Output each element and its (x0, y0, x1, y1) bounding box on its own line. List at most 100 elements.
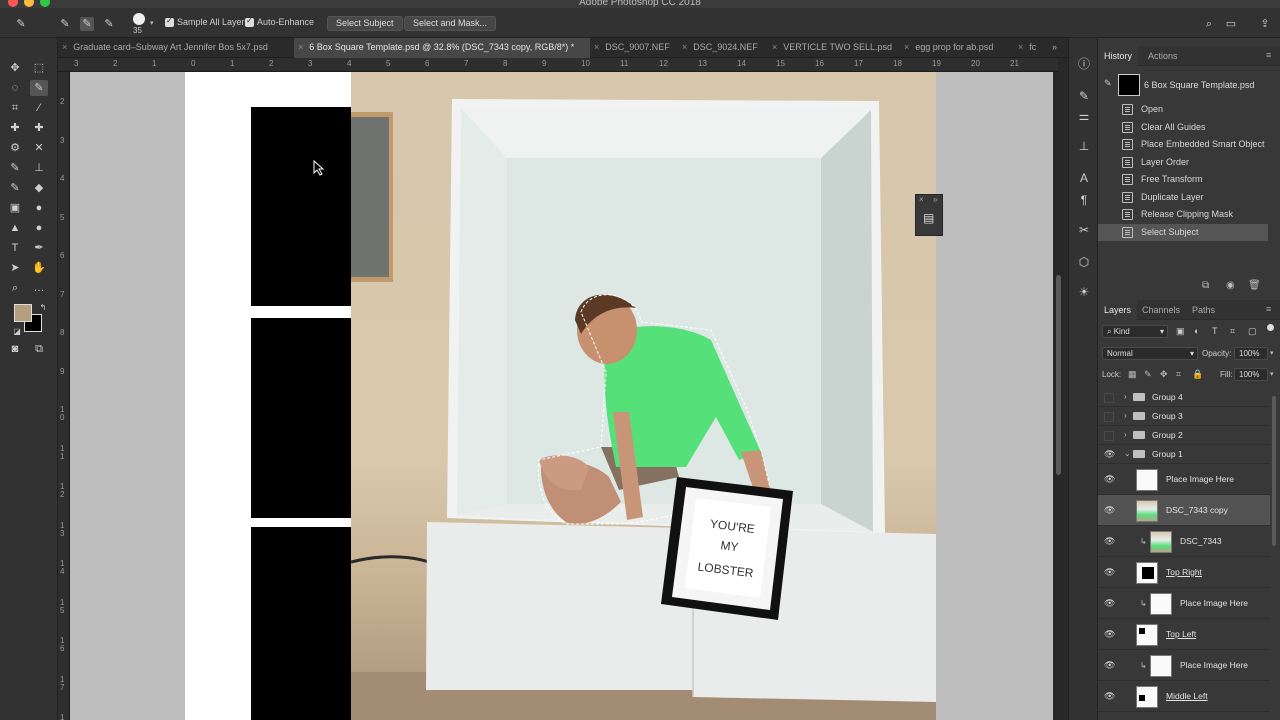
healing-brush-tool-icon[interactable]: ✚ (6, 120, 24, 136)
layer-thumbnail[interactable] (1136, 499, 1158, 522)
quick-mask-icon[interactable]: ◙ (6, 341, 24, 357)
layer-row[interactable]: 👁 Middle Left (1098, 681, 1270, 712)
canvas-vertical-scrollbar[interactable] (1056, 275, 1061, 475)
info-icon[interactable]: ⓘ (1076, 56, 1092, 72)
snapshot-thumbnail[interactable] (1118, 74, 1140, 96)
chevron-down-icon[interactable]: ▾ (1270, 370, 1274, 378)
filter-pixel-icon[interactable]: ▣ (1176, 326, 1185, 337)
type-tool-icon[interactable]: T (6, 240, 24, 256)
tab-egg-prop[interactable]: × egg prop for ab.psd (900, 38, 1014, 58)
layer-name[interactable]: DSC_7343 copy (1166, 505, 1228, 515)
layer-row[interactable]: 👁 Top Right (1098, 557, 1270, 588)
visibility-eye-icon[interactable] (1104, 430, 1114, 441)
filter-toggle-icon[interactable] (1267, 324, 1274, 331)
history-state[interactable]: Duplicate Layer (1098, 189, 1268, 206)
lock-artboard-icon[interactable]: ⌗ (1176, 369, 1181, 380)
document-canvas[interactable]: YOU'RE MY LOBSTER (70, 72, 1053, 720)
move-tool-icon[interactable]: ✥ (6, 60, 24, 76)
chevron-right-icon[interactable]: › (1124, 392, 1127, 401)
tab-layers[interactable]: Layers (1098, 300, 1138, 320)
default-colors-icon[interactable]: ◪ (8, 324, 26, 340)
panel-menu-icon[interactable]: ≡ (1266, 50, 1271, 60)
lock-position-icon[interactable]: ✥ (1160, 369, 1168, 380)
screen-mode-icon[interactable]: ⧉ (30, 341, 48, 357)
crop-tool-icon[interactable]: ⌗ (6, 100, 24, 116)
filter-type-icon[interactable]: T (1212, 326, 1218, 336)
zoom-tool-icon[interactable]: ⌕ (6, 280, 24, 296)
new-document-from-state-icon[interactable]: ⧉ (1202, 280, 1209, 291)
learn-icon[interactable]: ☀ (1076, 284, 1092, 300)
brush-preview-icon[interactable] (133, 13, 145, 25)
select-and-mask-button[interactable]: Select and Mask... (404, 16, 497, 31)
brush-settings-icon[interactable]: ✎ (1076, 88, 1092, 104)
character-icon[interactable]: A (1076, 170, 1092, 186)
layer-thumbnail[interactable] (1136, 685, 1158, 708)
history-state[interactable]: Select Subject (1098, 223, 1268, 241)
tab-history[interactable]: History (1098, 46, 1139, 66)
tab-graduate-card[interactable]: × Graduate card–Subway Art Jennifer Bos 5… (58, 38, 294, 58)
brush-tool-icon[interactable]: ✎ (6, 160, 24, 176)
layer-name[interactable]: Place Image Here (1180, 660, 1248, 670)
close-tab-icon[interactable]: × (298, 42, 303, 52)
layer-row[interactable]: 👁 Place Image Here (1098, 464, 1270, 495)
patch-tool-icon[interactable]: ⚙ (6, 140, 24, 156)
clone-stamp-tool-icon[interactable]: ⊥ (30, 160, 48, 176)
filter-adjustment-icon[interactable]: ◐ (1194, 326, 1199, 336)
visibility-eye-icon[interactable]: 👁 (1104, 691, 1115, 701)
tab-channels[interactable]: Channels (1136, 300, 1186, 320)
layer-name[interactable]: Group 1 (1152, 449, 1183, 459)
search-icon[interactable]: ⌕ (1202, 17, 1216, 31)
visibility-eye-icon[interactable]: 👁 (1104, 449, 1115, 459)
marquee-tool-icon[interactable]: ⬚ (30, 60, 48, 76)
auto-enhance-checkbox[interactable]: Auto-Enhance (245, 16, 314, 27)
history-state[interactable]: Open (1098, 101, 1268, 118)
brush-dropdown-chevron-icon[interactable]: ▾ (150, 19, 154, 27)
more-tools-icon[interactable]: … (30, 280, 48, 296)
layer-name[interactable]: Group 3 (1152, 411, 1183, 421)
visibility-eye-icon[interactable]: 👁 (1104, 567, 1115, 577)
tab-dsc-9024[interactable]: × DSC_9024.NEF (678, 38, 768, 58)
layer-name[interactable]: Group 4 (1152, 392, 1183, 402)
layer-group-row[interactable]: › Group 2 (1098, 426, 1270, 445)
filter-shape-icon[interactable]: ⌗ (1230, 326, 1235, 337)
add-to-selection-icon[interactable]: ✎ (80, 17, 94, 31)
visibility-eye-icon[interactable] (1104, 411, 1114, 422)
visibility-eye-icon[interactable]: 👁 (1104, 536, 1115, 546)
layer-thumbnail[interactable] (1150, 592, 1172, 615)
filter-smart-object-icon[interactable]: ▢ (1248, 326, 1257, 337)
red-eye-tool-icon[interactable]: ✚ (30, 120, 48, 136)
new-snapshot-icon[interactable]: ◉ (1226, 280, 1235, 291)
tab-verticle-two-sell[interactable]: × VERTICLE TWO SELL.psd (768, 38, 900, 58)
path-selection-tool-icon[interactable]: ➤ (6, 260, 24, 276)
blur-tool-icon[interactable]: ● (30, 200, 48, 216)
visibility-eye-icon[interactable]: 👁 (1104, 598, 1115, 608)
foreground-color-swatch[interactable] (14, 304, 32, 322)
layer-filter-select[interactable]: ⌕ Kind ▾ (1102, 325, 1168, 338)
tool-presets-icon[interactable]: ✂ (1076, 222, 1092, 238)
snapshot-name[interactable]: 6 Box Square Template.psd (1144, 80, 1254, 90)
history-state[interactable]: Clear All Guides (1098, 119, 1268, 136)
close-tab-icon[interactable]: × (772, 42, 777, 52)
tab-actions[interactable]: Actions (1142, 46, 1184, 66)
layer-group-row[interactable]: › Group 3 (1098, 407, 1270, 426)
3d-icon[interactable]: ⬡ (1076, 254, 1092, 270)
close-tab-icon[interactable]: × (904, 42, 909, 52)
pen-tool-icon[interactable]: ✒ (30, 240, 48, 256)
select-subject-button[interactable]: Select Subject (327, 16, 403, 31)
new-selection-icon[interactable]: ✎ (58, 17, 72, 31)
layer-name[interactable]: Top Right (1166, 567, 1202, 577)
visibility-eye-icon[interactable]: 👁 (1104, 660, 1115, 670)
opacity-input[interactable]: 100% (1234, 347, 1268, 360)
tab-dsc-9007[interactable]: × DSC_9007.NEF (590, 38, 678, 58)
layer-thumbnail[interactable] (1136, 561, 1158, 584)
history-state[interactable]: Free Transform (1098, 171, 1268, 188)
more-tabs-icon[interactable]: » (1052, 42, 1057, 52)
layer-thumbnail[interactable] (1150, 654, 1172, 677)
quick-selection-tool-preset-icon[interactable]: ✎ (14, 17, 28, 31)
visibility-eye-icon[interactable]: 👁 (1104, 629, 1115, 639)
layer-name[interactable]: DSC_7343 (1180, 536, 1222, 546)
layer-thumbnail[interactable] (1150, 530, 1172, 553)
workspace-icon[interactable]: ▭ (1224, 17, 1238, 31)
chevron-right-icon[interactable]: › (1124, 411, 1127, 420)
fill-input[interactable]: 100% (1234, 368, 1268, 381)
